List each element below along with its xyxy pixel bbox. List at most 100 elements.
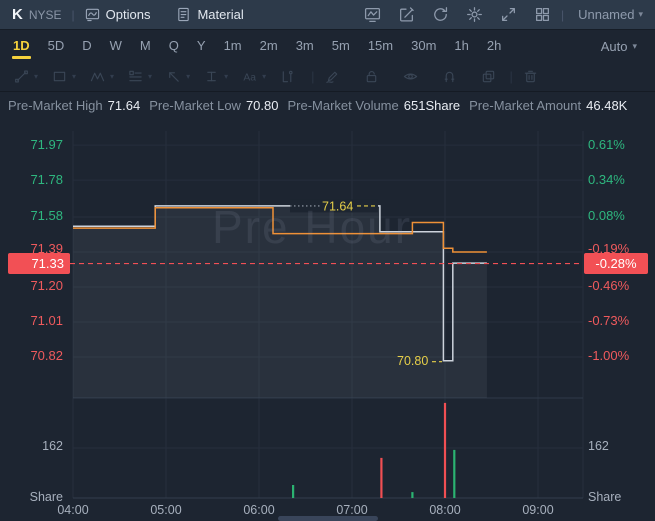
price-label-icon-group[interactable]: ▾ — [204, 69, 228, 84]
zigzag-icon — [90, 69, 105, 84]
workspace-label: Unnamed — [578, 7, 635, 22]
eye-icon[interactable] — [403, 69, 418, 84]
volume-unit-left: Share — [29, 490, 63, 504]
stat-label: Pre-Market Volume — [287, 97, 399, 113]
horizontal-scrollbar-thumb[interactable] — [278, 516, 378, 521]
timeframe-5D[interactable]: 5D — [39, 31, 74, 62]
chevron-down-icon: ▾ — [638, 9, 643, 19]
chevron-down-icon: ▾ — [632, 41, 637, 51]
rectangle-icon — [52, 69, 67, 84]
divider: | — [509, 69, 513, 84]
chevron-down-icon: ▾ — [110, 72, 115, 81]
chart-canvas[interactable]: 71.64 70.80 — [0, 118, 655, 521]
lock-icon[interactable] — [364, 69, 379, 84]
price-axis-label: 71.78 — [30, 172, 63, 187]
volume-tick-left: 162 — [42, 439, 63, 453]
low-marker-label: 70.80 — [397, 354, 428, 368]
timeframe-1D[interactable]: 1D — [4, 31, 39, 62]
premarket-stats-bar: Pre-Market High 71.64 Pre-Market Low 70.80 P… — [0, 92, 655, 118]
arrow-icon-group[interactable]: ▾ — [166, 69, 190, 84]
timeframe-30m[interactable]: 30m — [402, 31, 445, 62]
refresh-icon[interactable] — [432, 6, 449, 23]
workspace-dropdown[interactable]: Unnamed ▾ — [578, 7, 643, 22]
top-bar: K NYSE | Options Material | Unnamed ▾ — [0, 0, 655, 30]
fibonacci-icon-group[interactable]: ▾ — [128, 69, 152, 84]
chart-area[interactable]: 71.64 70.80 — [0, 118, 655, 521]
symbol-ticker: K — [12, 6, 23, 23]
time-axis-label: 05:00 — [150, 503, 182, 517]
chevron-down-icon: ▾ — [34, 72, 39, 81]
timeframe-Y[interactable]: Y — [188, 31, 215, 62]
magnet-icon[interactable] — [442, 69, 457, 84]
nav-label: Material — [197, 7, 244, 22]
chevron-down-icon: ▾ — [72, 72, 77, 81]
auto-interval-dropdown[interactable]: Auto ▾ — [601, 39, 637, 54]
divider: | — [311, 69, 315, 84]
clone-icon[interactable] — [481, 69, 496, 84]
time-axis-label: 08:00 — [429, 503, 461, 517]
chart-monitor-icon[interactable] — [364, 6, 381, 23]
rectangle-icon-group[interactable]: ▾ — [52, 69, 76, 84]
nav-options[interactable]: Options — [85, 7, 151, 22]
text-icon: Aa — [242, 69, 257, 84]
timeframe-M[interactable]: M — [131, 31, 160, 62]
stat-value: 651Share — [403, 97, 461, 113]
percent-axis-label: -1.00% — [588, 348, 630, 363]
timeframe-1h[interactable]: 1h — [445, 31, 477, 62]
timeframe-2h[interactable]: 2h — [478, 31, 510, 62]
time-axis-label: 06:00 — [243, 503, 275, 517]
divider: | — [560, 7, 565, 22]
timeframe-5m[interactable]: 5m — [323, 31, 359, 62]
price-axis-label: 71.97 — [30, 137, 63, 152]
timeframe-1m[interactable]: 1m — [215, 31, 251, 62]
trash-icon[interactable] — [523, 69, 538, 84]
percent-axis-label: 0.08% — [588, 208, 625, 223]
time-axis-label: 04:00 — [57, 503, 89, 517]
timeframe-2m[interactable]: 2m — [251, 31, 287, 62]
settings-gear-icon[interactable] — [466, 6, 483, 23]
text-icon-group[interactable]: Aa ▾ — [242, 69, 267, 84]
document-icon — [176, 7, 191, 22]
price-label-icon — [204, 69, 219, 84]
current-change-badge: -0.28% — [584, 253, 648, 274]
chevron-down-icon: ▾ — [186, 72, 191, 81]
timeframe-15m[interactable]: 15m — [359, 31, 402, 62]
nav-label: Options — [105, 7, 151, 22]
volume-unit-right: Share — [588, 490, 622, 504]
divider: | — [71, 7, 75, 22]
percent-axis-label: 0.61% — [588, 137, 625, 152]
auto-label: Auto — [600, 39, 628, 54]
timeframe-W[interactable]: W — [101, 31, 131, 62]
measure-icon-group[interactable] — [280, 69, 295, 84]
price-axis-label: 71.20 — [30, 278, 63, 293]
price-axis-label: 71.58 — [30, 208, 63, 223]
edit-icon[interactable] — [398, 6, 415, 23]
measure-icon — [280, 69, 295, 84]
timeframe-Q[interactable]: Q — [160, 31, 188, 62]
timeframe-bar: 1D 5D D W M Q Y 1m 2m 3m 5m 15m 30m 1h 2h Auto ▾ — [0, 31, 655, 62]
brush-icon[interactable] — [325, 69, 340, 84]
time-axis-label: 07:00 — [336, 503, 368, 517]
stat-value: 71.64 — [107, 97, 141, 113]
layout-grid-icon[interactable] — [534, 6, 551, 23]
timeframe-3m[interactable]: 3m — [287, 31, 323, 62]
timeframe-D[interactable]: D — [73, 31, 100, 62]
high-marker-label: 71.64 — [322, 199, 353, 213]
trendline-icon-group[interactable]: ▾ — [14, 69, 38, 84]
volume-tick-right: 162 — [588, 439, 609, 453]
stat-label: Pre-Market Low — [149, 97, 241, 113]
trendline-icon — [14, 69, 29, 84]
nav-material[interactable]: Material — [176, 7, 244, 22]
arrow-icon — [166, 69, 181, 84]
fullscreen-icon[interactable] — [500, 6, 517, 23]
fibonacci-icon — [128, 69, 143, 84]
options-chart-icon — [85, 7, 100, 22]
exchange-label: NYSE — [28, 7, 62, 22]
price-axis-label: 70.82 — [30, 348, 63, 363]
chevron-down-icon: ▾ — [224, 72, 229, 81]
stat-label: Pre-Market Amount — [469, 97, 582, 113]
price-axis-label: 71.01 — [30, 313, 63, 328]
percent-axis-label: -0.73% — [588, 313, 630, 328]
zigzag-icon-group[interactable]: ▾ — [90, 69, 114, 84]
drawing-toolbar: ▾ ▾ ▾ ▾ ▾ ▾ Aa ▾ | | — [0, 62, 655, 92]
